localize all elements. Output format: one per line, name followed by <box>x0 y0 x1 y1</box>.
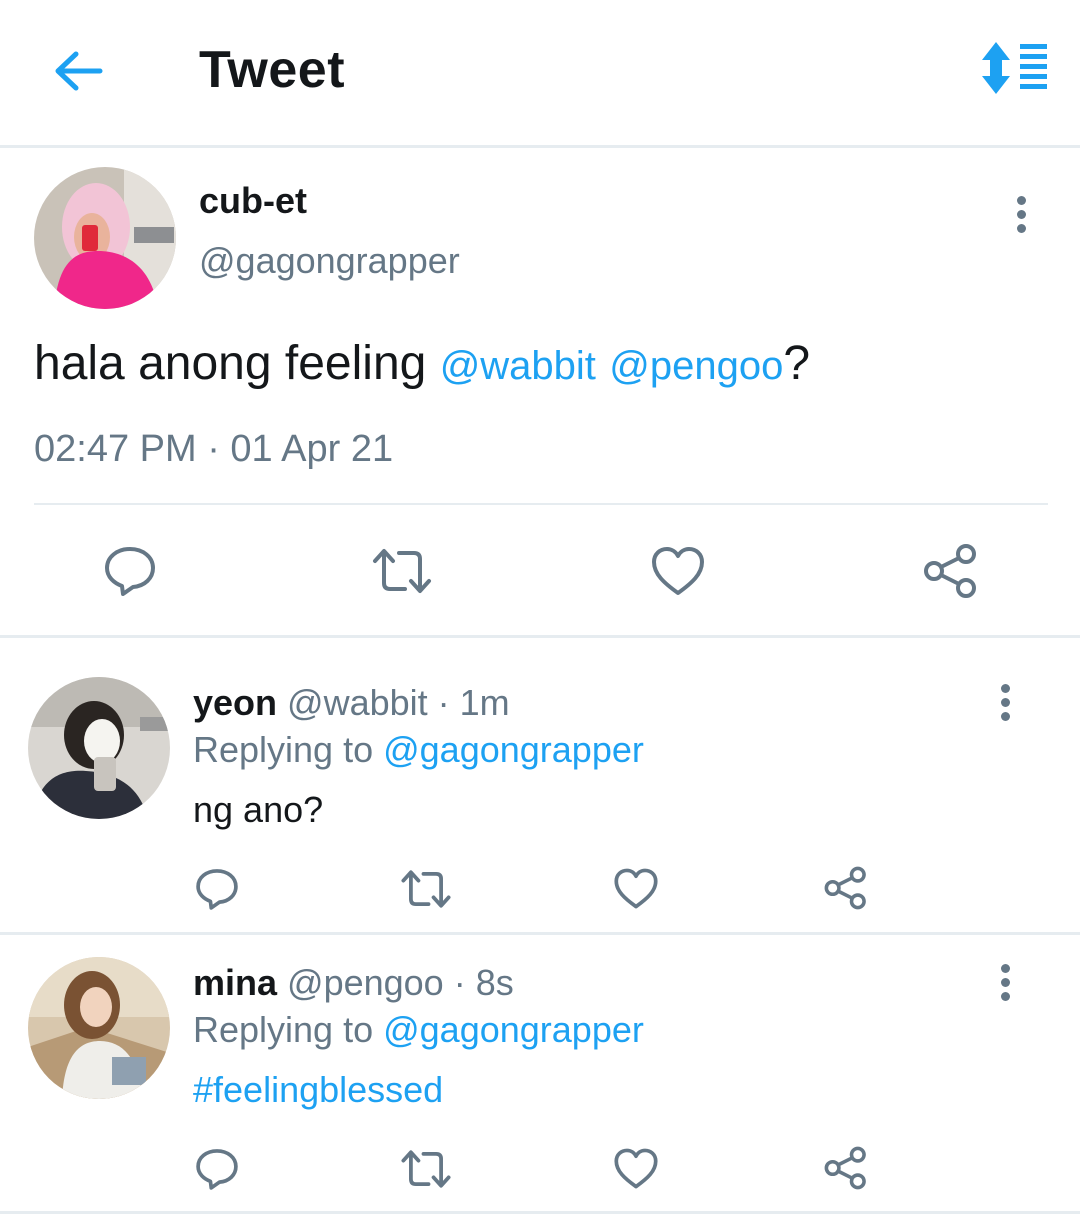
share-icon <box>824 1146 866 1190</box>
more-options-button[interactable] <box>1006 192 1036 238</box>
retweet-icon <box>373 549 431 593</box>
hashtag-link[interactable]: #feelingblessed <box>193 1069 443 1111</box>
replying-to-label: Replying to <box>193 1009 384 1050</box>
tweet-text-prefix: hala anong feeling <box>34 337 440 390</box>
header-divider <box>0 145 1080 148</box>
reply-button[interactable] <box>194 1146 240 1192</box>
more-dots-icon <box>1001 698 1010 707</box>
arrow-left-icon <box>55 51 103 91</box>
reply-header: yeon @wabbit · 1m <box>193 682 510 724</box>
reply-button[interactable] <box>102 543 158 599</box>
reply-button[interactable] <box>194 866 240 912</box>
avatar-photo <box>34 167 176 309</box>
like-icon <box>614 868 658 909</box>
reply-author-name[interactable]: yeon <box>193 682 277 723</box>
more-options-button[interactable] <box>990 680 1020 726</box>
share-icon <box>824 866 866 910</box>
like-button[interactable] <box>613 867 659 910</box>
like-icon <box>652 547 704 595</box>
replying-to-link[interactable]: @gagongrapper <box>383 1009 644 1050</box>
share-button[interactable] <box>922 543 980 599</box>
replying-to-link[interactable]: @gagongrapper <box>383 729 644 770</box>
like-button[interactable] <box>613 1147 659 1190</box>
like-button[interactable] <box>650 545 706 597</box>
avatar[interactable] <box>34 167 176 309</box>
sort-replies-icon <box>982 42 1047 94</box>
replying-to-label: Replying to <box>193 729 384 770</box>
reply-icon <box>196 1149 238 1190</box>
more-dots-icon <box>1001 712 1010 721</box>
retweet-icon <box>401 870 451 908</box>
mention-separator <box>596 337 609 390</box>
reply-header: mina @pengoo · 8s <box>193 962 514 1004</box>
author-name[interactable]: cub-et <box>199 180 307 222</box>
retweet-icon <box>401 1150 451 1188</box>
avatar-photo <box>28 957 170 1099</box>
more-dots-icon <box>1017 210 1026 219</box>
reply-handle-time: @pengoo · 8s <box>277 962 514 1003</box>
page-title: Tweet <box>199 41 346 99</box>
share-button[interactable] <box>823 1146 869 1190</box>
more-dots-icon <box>1017 224 1026 233</box>
top-app-bar: Tweet <box>0 0 1080 146</box>
more-dots-icon <box>1017 196 1026 205</box>
reply-author-name[interactable]: mina <box>193 962 277 1003</box>
mention-link-pengoo[interactable]: @pengoo <box>609 344 783 388</box>
mention-link-wabbit[interactable]: @wabbit <box>440 344 596 388</box>
section-divider <box>0 1211 1080 1214</box>
retweet-button[interactable] <box>400 1147 452 1191</box>
retweet-button[interactable] <box>371 545 433 597</box>
replying-to-line: Replying to @gagongrapper <box>193 1009 644 1051</box>
tweet-divider <box>34 503 1048 505</box>
like-icon <box>614 1148 658 1189</box>
reply-handle-time: @wabbit · 1m <box>277 682 510 723</box>
more-dots-icon <box>1001 684 1010 693</box>
author-handle[interactable]: @gagongrapper <box>199 240 460 282</box>
section-divider <box>0 932 1080 935</box>
retweet-button[interactable] <box>400 867 452 911</box>
share-icon <box>924 544 976 598</box>
tweet-timestamp[interactable]: 02:47 PM · 01 Apr 21 <box>34 428 393 471</box>
tweet-text: hala anong feeling @wabbit @pengoo? <box>34 336 810 391</box>
more-options-button[interactable] <box>990 960 1020 1006</box>
sort-replies-button[interactable] <box>976 40 1050 96</box>
tweet-text-suffix: ? <box>783 337 811 390</box>
avatar-photo <box>28 677 170 819</box>
reply-icon <box>105 547 155 596</box>
share-button[interactable] <box>823 866 869 910</box>
more-dots-icon <box>1001 964 1010 973</box>
reply-text: ng ano? <box>193 789 324 830</box>
avatar[interactable] <box>28 957 170 1099</box>
replying-to-line: Replying to @gagongrapper <box>193 729 644 771</box>
more-dots-icon <box>1001 978 1010 987</box>
section-divider <box>0 635 1080 638</box>
more-dots-icon <box>1001 992 1010 1001</box>
avatar[interactable] <box>28 677 170 819</box>
back-button[interactable] <box>48 44 108 98</box>
reply-icon <box>196 869 238 910</box>
